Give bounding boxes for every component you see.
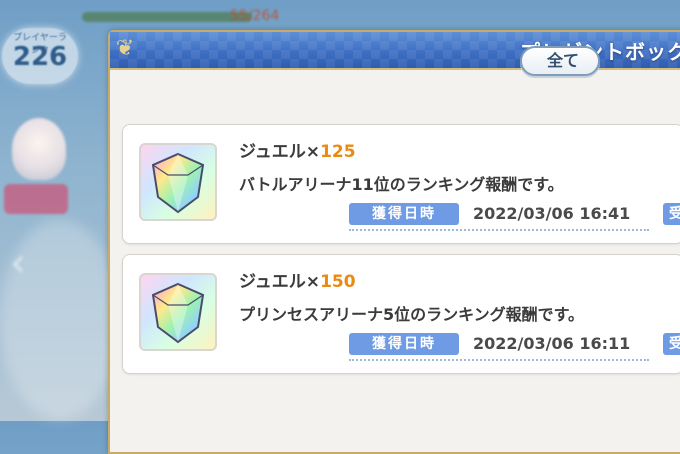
item-quantity: 150 bbox=[320, 272, 356, 292]
receive-all-button[interactable]: 全て bbox=[520, 46, 600, 76]
jewel-icon bbox=[139, 273, 217, 351]
item-description: プリンセスアリーナ5位のランキング報酬です。 bbox=[239, 305, 585, 324]
divider bbox=[349, 359, 649, 361]
campaign-ribbon[interactable] bbox=[4, 184, 68, 214]
jewel-icon bbox=[139, 143, 217, 221]
item-name: ジュエル×125 bbox=[239, 137, 356, 162]
chevron-left-icon[interactable]: ‹ bbox=[10, 240, 26, 286]
receive-button[interactable]: 受 bbox=[663, 333, 680, 355]
mascot-character bbox=[12, 118, 66, 180]
exp-bar bbox=[82, 12, 252, 22]
item-name-label: ジュエル× bbox=[239, 142, 321, 162]
item-name-label: ジュエル× bbox=[239, 272, 321, 292]
present-item: ジュエル×150 プリンセスアリーナ5位のランキング報酬です。 獲得日時 202… bbox=[122, 254, 680, 374]
date-value: 2022/03/06 16:11 bbox=[473, 334, 631, 353]
divider bbox=[349, 229, 649, 231]
present-item: ジュエル×125 バトルアリーナ11位のランキング報酬です。 獲得日時 2022… bbox=[122, 124, 680, 244]
item-description: バトルアリーナ11位のランキング報酬です。 bbox=[239, 175, 564, 194]
date-value: 2022/03/06 16:41 bbox=[473, 204, 631, 223]
present-list: ジュエル×125 バトルアリーナ11位のランキング報酬です。 獲得日時 2022… bbox=[112, 124, 680, 424]
date-label: 獲得日時 bbox=[349, 333, 459, 355]
player-rank-value: 226 bbox=[12, 42, 68, 72]
ornament-icon: ❦ bbox=[115, 36, 135, 61]
item-name: ジュエル×150 bbox=[239, 267, 356, 292]
item-quantity: 125 bbox=[320, 142, 356, 162]
date-label: 獲得日時 bbox=[349, 203, 459, 225]
receive-button[interactable]: 受 bbox=[663, 203, 680, 225]
stamina-readout: 55/264 bbox=[230, 8, 280, 24]
